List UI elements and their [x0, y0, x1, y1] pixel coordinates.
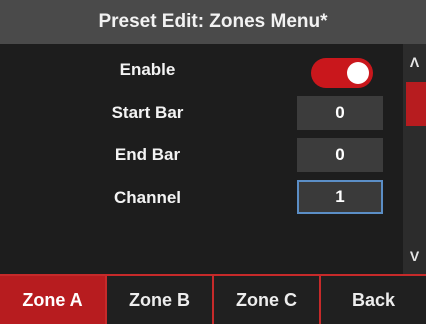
page-title: Preset Edit: Zones Menu* [98, 11, 328, 32]
scroll-down-icon[interactable]: V [403, 238, 426, 274]
menu-area: Enable Start Bar 0 End Bar 0 Channel 1 [0, 44, 403, 274]
toggle-knob [347, 62, 369, 84]
start-bar-label: Start Bar [111, 103, 184, 122]
end-bar-label: End Bar [114, 145, 181, 164]
scroll-thumb[interactable] [406, 82, 426, 126]
tab-zone-a[interactable]: Zone A [0, 276, 107, 324]
tab-zone-c[interactable]: Zone C [214, 276, 321, 324]
tab-zone-b[interactable]: Zone B [107, 276, 214, 324]
enable-toggle[interactable] [311, 58, 373, 88]
screen: Preset Edit: Zones Menu* Enable Start Ba… [0, 0, 426, 324]
scrollbar[interactable]: Λ V [403, 44, 426, 274]
tab-bar: Zone A Zone B Zone C Back [0, 274, 426, 324]
channel-label: Channel [113, 188, 182, 207]
channel-value[interactable]: 1 [297, 180, 383, 214]
title-bar: Preset Edit: Zones Menu* [0, 0, 426, 45]
start-bar-value[interactable]: 0 [297, 96, 383, 130]
end-bar-value[interactable]: 0 [297, 138, 383, 172]
back-button[interactable]: Back [321, 276, 426, 324]
enable-label: Enable [119, 60, 176, 79]
scroll-up-icon[interactable]: Λ [403, 44, 426, 80]
